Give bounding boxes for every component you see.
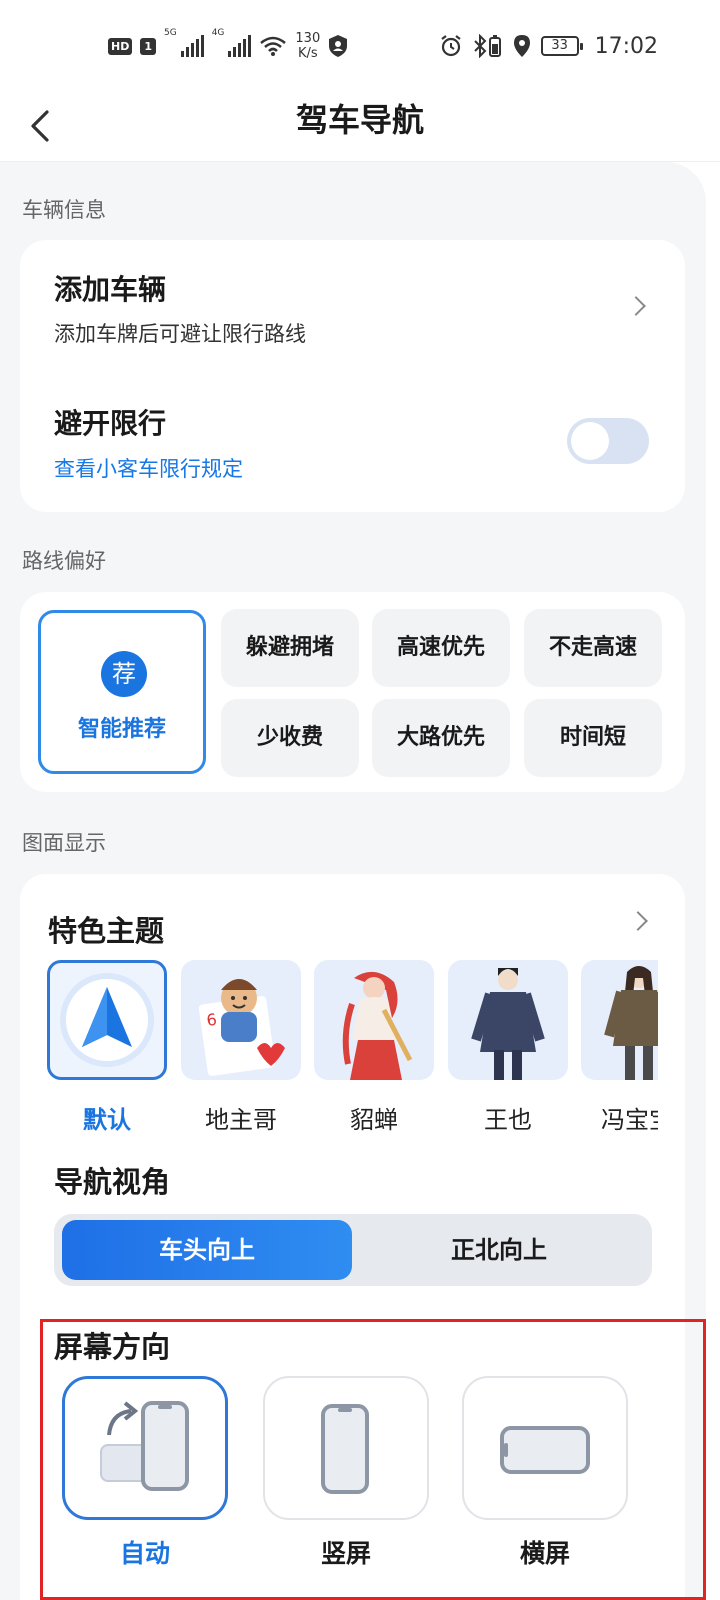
clock-time: 17:02 (594, 33, 658, 59)
theme-list: 默认 6 地主哥 貂蝉 王也 冯宝 (47, 960, 658, 1140)
top-bar: 驾车导航 (0, 92, 720, 162)
pref-shortest-time[interactable]: 时间短 (524, 699, 662, 777)
navigation-arrow-icon (60, 973, 154, 1067)
fengbaobao-character-image (604, 966, 658, 1080)
avoid-restriction-toggle[interactable] (567, 418, 649, 464)
signal-icon (180, 35, 204, 57)
battery-icon: 33 (540, 36, 583, 56)
wifi-icon (260, 36, 287, 56)
theme-diaochan-label: 貂蝉 (350, 1106, 398, 1134)
theme-wangye[interactable]: 王也 (448, 960, 568, 1135)
theme-fengbaobao-label: 冯宝宝 (601, 1106, 658, 1134)
theme-fengbaobao-tile (581, 960, 658, 1080)
hd-indicator: HD (108, 37, 133, 55)
status-bar: HD 1 5G 4G 130 K/s 33 17:02 (0, 0, 720, 92)
network-speed: 130 K/s (295, 31, 320, 61)
add-vehicle-row[interactable]: 添加车辆 添加车牌后可避让限行路线 (20, 240, 685, 372)
route-preference-card: 荐 智能推荐 躲避拥堵 高速优先 不走高速 少收费 大路优先 时间短 (20, 592, 685, 792)
nav-view-title: 导航视角 (54, 1165, 171, 1199)
theme-wangye-label: 王也 (484, 1106, 532, 1134)
speed-unit: K/s (297, 46, 318, 61)
shield-icon (329, 35, 348, 57)
net-type-2: 4G (211, 28, 225, 38)
nav-view-segmented: 车头向上 正北向上 (54, 1214, 652, 1286)
view-north-up-option[interactable]: 正北向上 (354, 1220, 644, 1280)
page-title: 驾车导航 (295, 101, 424, 139)
chevron-right-icon[interactable] (628, 911, 648, 931)
speed-value: 130 (295, 31, 321, 46)
theme-fengbaobao[interactable]: 冯宝宝 (581, 960, 658, 1135)
theme-default[interactable]: 默认 (47, 960, 167, 1135)
signal-icon-2 (228, 35, 252, 57)
landlord-character-image: 6 (198, 979, 285, 1076)
pref-smart-label: 智能推荐 (77, 717, 166, 742)
wangye-character-image (471, 968, 545, 1080)
sim-indicator: 1 (140, 37, 156, 55)
recommend-badge-icon: 荐 (101, 651, 147, 697)
alarm-icon (440, 35, 461, 57)
status-right: 33 17:02 (439, 28, 658, 64)
theme-dizhuge[interactable]: 6 地主哥 (181, 960, 301, 1135)
theme-diaochan[interactable]: 貂蝉 (314, 960, 434, 1135)
add-vehicle-subtitle: 添加车牌后可避让限行路线 (54, 322, 306, 346)
diaochan-character-image (342, 971, 413, 1080)
vehicle-card: 添加车辆 添加车牌后可避让限行路线 避开限行 查看小客车限行规定 (20, 240, 685, 512)
pref-highway-first[interactable]: 高速优先 (372, 609, 510, 687)
theme-dizhuge-tile: 6 (181, 960, 301, 1080)
section-label-display: 图面显示 (22, 831, 106, 855)
theme-title: 特色主题 (48, 914, 165, 948)
pref-main-road-first[interactable]: 大路优先 (372, 699, 510, 777)
annotation-highlight-box (40, 1319, 706, 1600)
theme-wangye-tile (448, 960, 568, 1080)
net-type-1: 5G (164, 28, 177, 38)
status-left: HD 1 5G 4G 130 K/s (108, 28, 348, 64)
pref-avoid-highway[interactable]: 不走高速 (524, 609, 662, 687)
restriction-rules-link[interactable]: 查看小客车限行规定 (54, 453, 243, 483)
add-vehicle-title: 添加车辆 (54, 273, 167, 306)
section-label-route: 路线偏好 (22, 549, 106, 573)
toggle-knob (571, 422, 609, 460)
section-label-vehicle: 车辆信息 (22, 198, 106, 222)
location-icon (513, 35, 530, 57)
theme-default-tile (47, 960, 167, 1080)
view-heading-up-option[interactable]: 车头向上 (62, 1220, 352, 1280)
pref-less-toll[interactable]: 少收费 (221, 699, 359, 777)
theme-dizhuge-label: 地主哥 (205, 1106, 277, 1134)
pref-avoid-congestion[interactable]: 躲避拥堵 (221, 609, 359, 687)
avoid-restriction-title: 避开限行 (54, 407, 167, 440)
chevron-right-icon (626, 296, 646, 316)
theme-default-label: 默认 (83, 1106, 131, 1134)
bluetooth-battery-icon (473, 34, 501, 58)
pref-smart-recommend[interactable]: 荐 智能推荐 (38, 610, 206, 774)
theme-diaochan-tile (314, 960, 434, 1080)
